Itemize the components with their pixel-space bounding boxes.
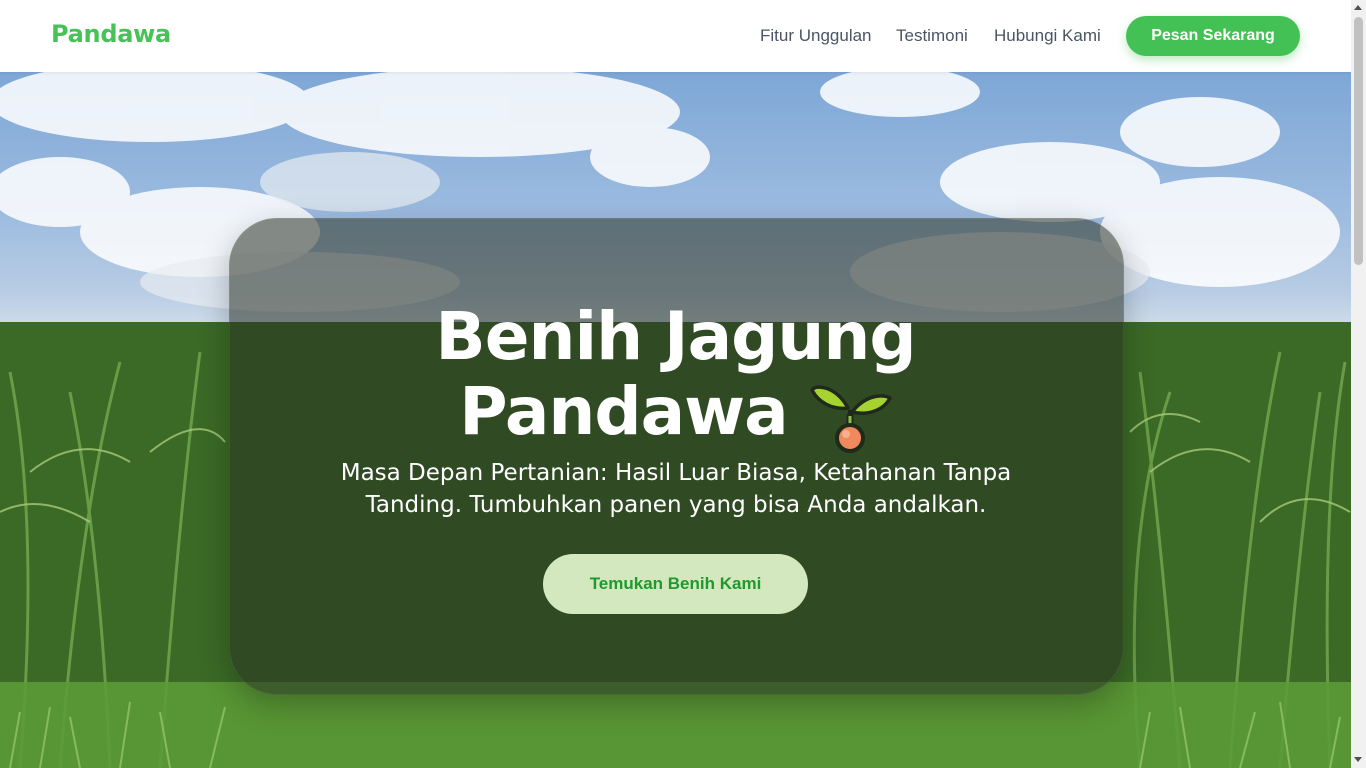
nav-link-fitur-unggulan[interactable]: Fitur Unggulan xyxy=(760,26,872,46)
nav-link-testimoni[interactable]: Testimoni xyxy=(896,26,968,46)
hero-title-line2-wrap: Pandawa xyxy=(0,374,1351,458)
scroll-down-arrow-icon[interactable] xyxy=(1354,757,1362,762)
nav-link-hubungi-kami[interactable]: Hubungi Kami xyxy=(994,26,1101,46)
brand-logo[interactable]: Pandawa xyxy=(51,20,171,48)
scroll-up-arrow-icon[interactable] xyxy=(1354,5,1362,10)
sprout-icon xyxy=(809,385,892,453)
scroll-thumb[interactable] xyxy=(1354,17,1363,265)
hero-title: Benih Jagung Pandawa xyxy=(0,300,1351,458)
site-header: Pandawa Fitur Unggulan Testimoni Hubungi… xyxy=(0,0,1351,72)
hero-title-line2: Pandawa xyxy=(459,373,788,451)
page-scrollbar[interactable] xyxy=(1351,0,1366,768)
order-now-button[interactable]: Pesan Sekarang xyxy=(1126,16,1300,56)
hero-subtitle: Masa Depan Pertanian: Hasil Luar Biasa, … xyxy=(340,460,1012,518)
discover-seeds-button[interactable]: Temukan Benih Kami xyxy=(543,554,808,614)
hero-title-line1: Benih Jagung xyxy=(435,298,916,375)
